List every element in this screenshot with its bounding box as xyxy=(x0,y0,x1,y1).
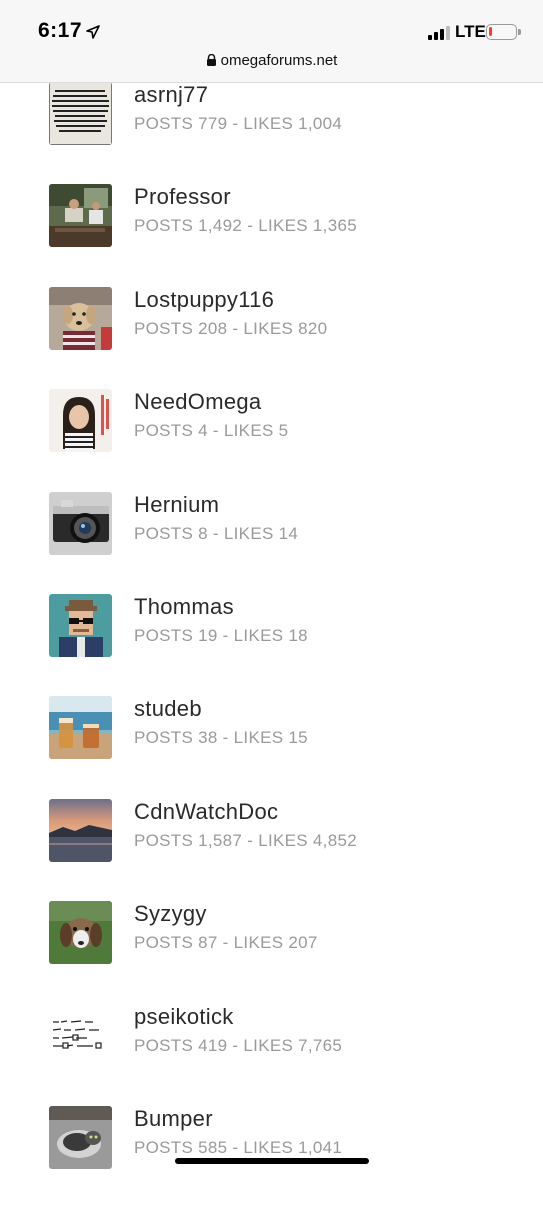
member-stats: POSTS 4 - LIKES 5 xyxy=(134,421,289,440)
member-username[interactable]: Syzygy xyxy=(134,901,207,927)
url-text[interactable]: omegaforums.net xyxy=(221,52,338,69)
member-avatar[interactable] xyxy=(49,1106,112,1169)
list-item[interactable]: Professor POSTS 1,492 - LIKES 1,365 xyxy=(0,182,543,284)
list-item[interactable]: Lostpuppy116 POSTS 208 - LIKES 820 xyxy=(0,285,543,387)
list-item[interactable]: Bumper POSTS 585 - LIKES 1,041 xyxy=(0,1104,543,1206)
list-item[interactable]: NeedOmega POSTS 4 - LIKES 5 xyxy=(0,387,543,489)
lock-icon xyxy=(206,54,216,66)
member-username[interactable]: asrnj77 xyxy=(134,82,208,108)
location-arrow-icon xyxy=(86,25,100,39)
address-bar[interactable]: omegaforums.net xyxy=(0,52,543,69)
list-item[interactable]: pseikotick POSTS 419 - LIKES 7,765 xyxy=(0,1002,543,1104)
member-username[interactable]: Thommas xyxy=(134,594,234,620)
member-stats: POSTS 208 - LIKES 820 xyxy=(134,319,328,338)
home-indicator[interactable] xyxy=(175,1158,369,1164)
battery-icon xyxy=(486,24,517,40)
member-stats: POSTS 38 - LIKES 15 xyxy=(134,728,308,747)
status-time: 6:17 xyxy=(38,19,83,42)
member-stats: POSTS 19 - LIKES 18 xyxy=(134,626,308,645)
list-item[interactable]: Hernium POSTS 8 - LIKES 14 xyxy=(0,490,543,592)
member-username[interactable]: CdnWatchDoc xyxy=(134,799,278,825)
list-item[interactable]: Thommas POSTS 19 - LIKES 18 xyxy=(0,592,543,694)
member-username[interactable]: Professor xyxy=(134,184,231,210)
cellular-signal-icon xyxy=(428,26,450,40)
member-stats: POSTS 419 - LIKES 7,765 xyxy=(134,1036,343,1055)
member-username[interactable]: Lostpuppy116 xyxy=(134,287,274,313)
member-stats: POSTS 1,587 - LIKES 4,852 xyxy=(134,831,357,850)
member-stats: POSTS 585 - LIKES 1,041 xyxy=(134,1138,343,1157)
battery-level xyxy=(489,27,492,36)
member-username[interactable]: NeedOmega xyxy=(134,389,261,415)
list-item[interactable]: Syzygy POSTS 87 - LIKES 207 xyxy=(0,899,543,1001)
member-username[interactable]: Bumper xyxy=(134,1106,213,1132)
member-avatar[interactable] xyxy=(49,799,112,862)
member-stats: POSTS 87 - LIKES 207 xyxy=(134,933,318,952)
member-avatar[interactable] xyxy=(49,1004,112,1067)
member-username[interactable]: pseikotick xyxy=(134,1004,234,1030)
list-item[interactable]: CdnWatchDoc POSTS 1,587 - LIKES 4,852 xyxy=(0,797,543,899)
member-stats: POSTS 779 - LIKES 1,004 xyxy=(134,114,343,133)
member-avatar[interactable] xyxy=(49,492,112,555)
member-username[interactable]: Hernium xyxy=(134,492,219,518)
status-bar: 6:17 LTE omegaforums.net xyxy=(0,0,543,83)
member-username[interactable]: studeb xyxy=(134,696,202,722)
member-avatar[interactable] xyxy=(49,389,112,452)
member-stats: POSTS 1,492 - LIKES 1,365 xyxy=(134,216,357,235)
member-avatar[interactable] xyxy=(49,184,112,247)
member-stats: POSTS 8 - LIKES 14 xyxy=(134,524,299,543)
list-item[interactable]: asrnj77 POSTS 779 - LIKES 1,004 xyxy=(0,80,543,182)
network-type: LTE xyxy=(455,22,486,41)
member-avatar[interactable] xyxy=(49,901,112,964)
member-avatar[interactable] xyxy=(49,287,112,350)
member-avatar[interactable] xyxy=(49,696,112,759)
member-avatar[interactable] xyxy=(49,82,112,145)
member-avatar[interactable] xyxy=(49,594,112,657)
list-item[interactable]: studeb POSTS 38 - LIKES 15 xyxy=(0,694,543,796)
battery-cap xyxy=(518,29,521,35)
